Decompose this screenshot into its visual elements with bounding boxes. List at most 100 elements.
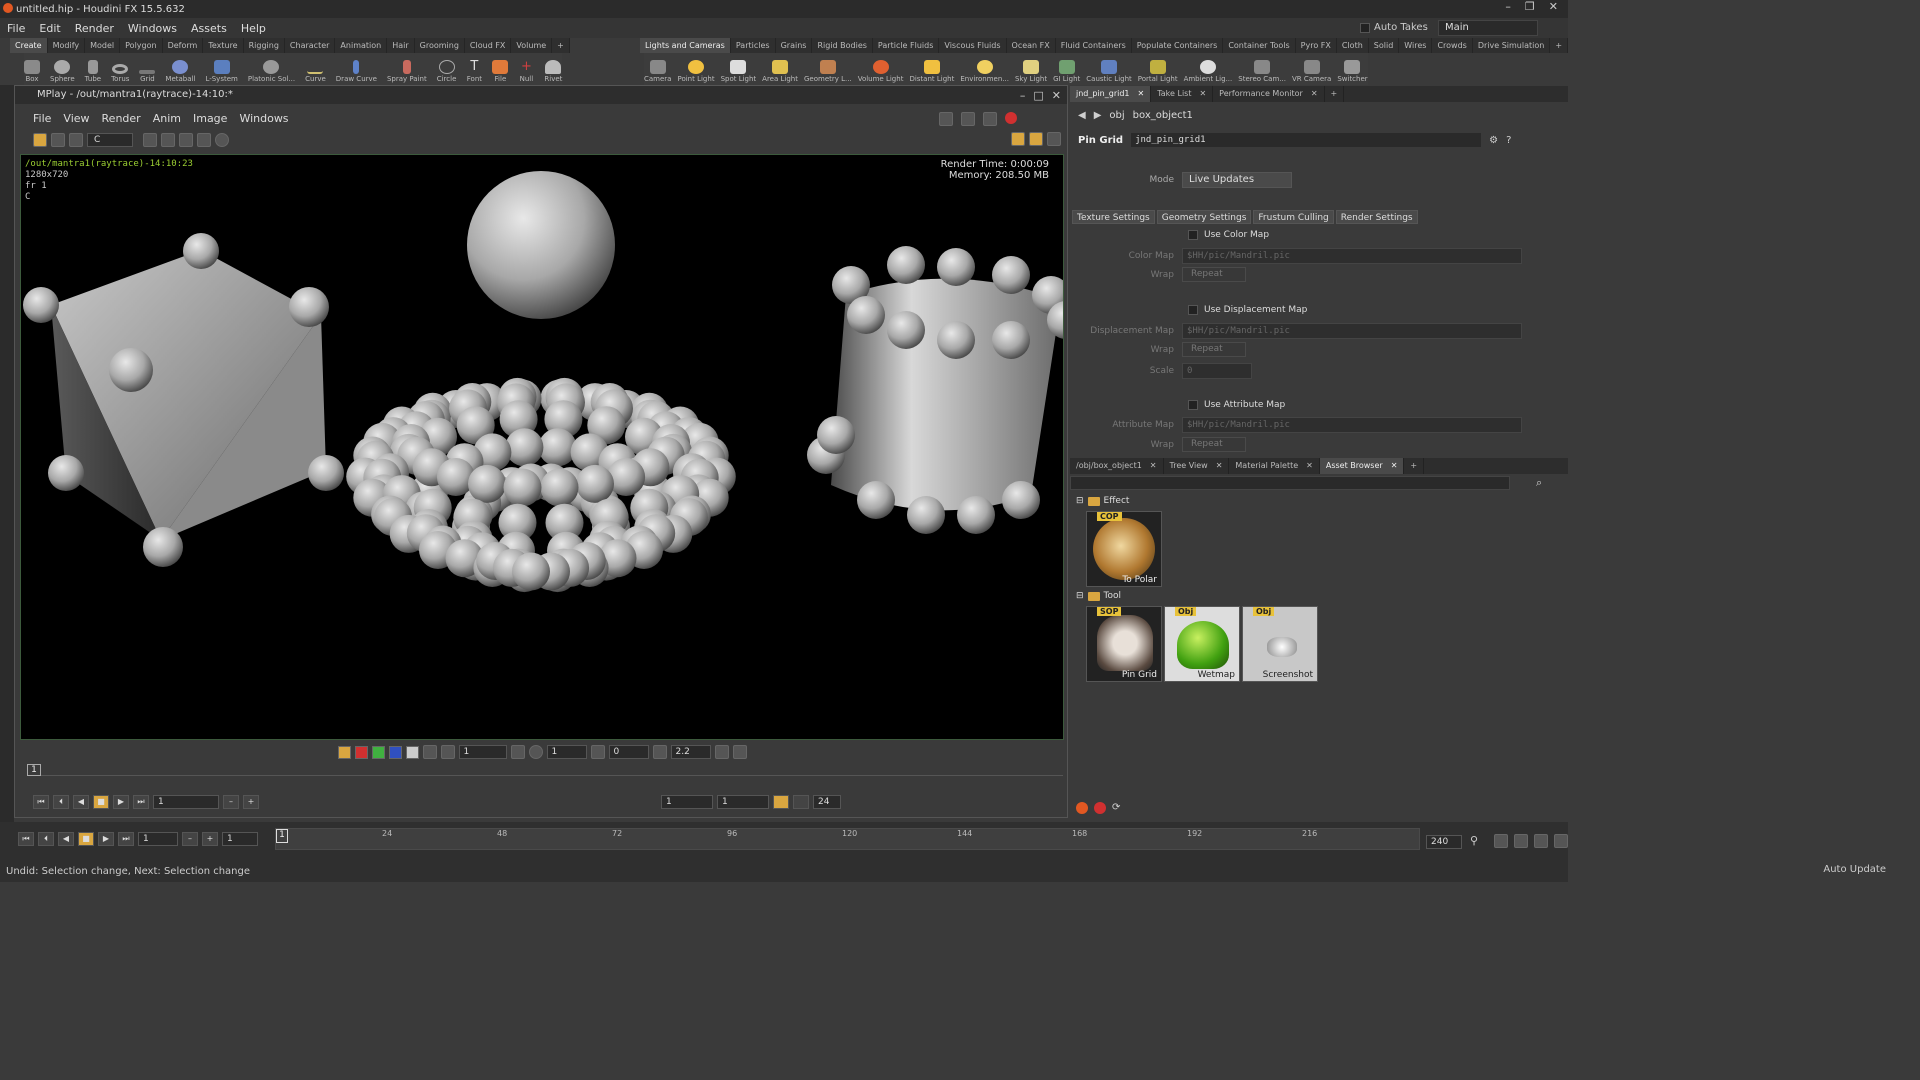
tool-volume-light[interactable]: Volume Light (858, 53, 903, 85)
tab-frustum-culling[interactable]: Frustum Culling (1253, 210, 1334, 224)
tab-close-icon[interactable]: ✕ (1150, 458, 1157, 474)
shelf-tab-populate-containers[interactable]: Populate Containers (1132, 38, 1224, 53)
mplay-frame-strip[interactable]: 1 (27, 764, 1063, 776)
global-settings-icon[interactable] (1554, 834, 1568, 848)
tool-point-light[interactable]: Point Light (677, 53, 715, 85)
fit-window-icon[interactable] (939, 112, 953, 126)
mplay-frame-field[interactable]: 1 (153, 795, 219, 809)
mplay-menu-view[interactable]: View (57, 110, 95, 128)
tool-curve[interactable]: Curve (305, 53, 326, 85)
loop-toggle-icon[interactable] (1514, 834, 1528, 848)
asset-tile-screenshot[interactable]: Obj Screenshot (1242, 606, 1318, 682)
info-icon[interactable] (215, 133, 229, 147)
tool-draw-curve[interactable]: Draw Curve (336, 53, 377, 85)
asset-tile-pin-grid[interactable]: SOP Pin Grid (1086, 606, 1162, 682)
tool-vr-camera[interactable]: VR Camera (1292, 53, 1331, 85)
shelf-tab-particles[interactable]: Particles (731, 38, 776, 53)
shelf-tab-create[interactable]: Create (10, 38, 48, 53)
tab-take-list[interactable]: Take List ✕ (1151, 86, 1214, 102)
shelf-tab-animation[interactable]: Animation (335, 38, 388, 53)
tool-environment-light[interactable]: Environmen... (960, 53, 1009, 85)
tab-close-icon[interactable]: ✕ (1138, 86, 1145, 102)
mplay-menu-windows[interactable]: Windows (233, 110, 294, 128)
tab-texture-settings[interactable]: Texture Settings (1072, 210, 1155, 224)
menu-render[interactable]: Render (68, 22, 121, 35)
tool-box[interactable]: Box (24, 53, 40, 85)
timeline-end-icon[interactable]: ⏭ (118, 832, 134, 846)
tool-camera[interactable]: Camera (644, 53, 671, 85)
shelf-tab-drive-simulation[interactable]: Drive Simulation (1473, 38, 1551, 53)
tool-spot-light[interactable]: Spot Light (721, 53, 756, 85)
mplay-menu-render[interactable]: Render (96, 110, 147, 128)
stop-render-icon[interactable] (1005, 112, 1017, 124)
shelf-tab-modify[interactable]: Modify (48, 38, 86, 53)
display-mode-icon[interactable] (33, 133, 47, 147)
use-displacement-map-checkbox[interactable] (1188, 305, 1198, 315)
wrap-dropdown-1[interactable]: Repeat (1182, 267, 1246, 282)
timeline-play-icon[interactable]: ▶ (98, 832, 114, 846)
use-attribute-map-checkbox[interactable] (1188, 400, 1198, 410)
tab-close-icon[interactable]: ✕ (1391, 458, 1398, 474)
gamma-mult-field[interactable]: 1 (546, 745, 587, 759)
timeline-start-field[interactable]: 1 (222, 832, 258, 846)
shelf-tab-model[interactable]: Model (85, 38, 121, 53)
gamma-field[interactable]: 2.2 (670, 745, 711, 759)
shelf-tab-rigid-bodies[interactable]: Rigid Bodies (812, 38, 873, 53)
tool-sphere[interactable]: Sphere (50, 53, 75, 85)
tool-caustic-light[interactable]: Caustic Light (1086, 53, 1132, 85)
close-icon[interactable]: ✕ (1549, 0, 1558, 13)
mode-dropdown[interactable]: Live Updates (1182, 172, 1292, 188)
exposure-plus-button[interactable] (510, 745, 525, 759)
shelf-tab-viscous-fluids[interactable]: Viscous Fluids (939, 38, 1007, 53)
alpha-channel-button[interactable] (405, 745, 419, 759)
timeline-frame-field[interactable]: 1 (138, 832, 178, 846)
add-tab-icon[interactable]: + (1325, 86, 1345, 102)
tool-tube[interactable]: Tube (85, 53, 101, 85)
mplay-menu-file[interactable]: File (27, 110, 57, 128)
offset-field[interactable]: 0 (608, 745, 649, 759)
realtime-toggle-icon[interactable] (1494, 834, 1508, 848)
range-end-field[interactable]: 1 (717, 795, 769, 809)
use-displacement-map-row[interactable]: Use Displacement Map (1188, 305, 1307, 315)
minimize-icon[interactable]: – (1505, 0, 1511, 13)
range-start-field[interactable]: 1 (661, 795, 713, 809)
tab-tree-view[interactable]: Tree View ✕ (1164, 458, 1230, 474)
tool-platonic[interactable]: Platonic Sol... (248, 53, 295, 85)
help-icon[interactable]: ? (1506, 135, 1511, 146)
asset-tile-wetmap[interactable]: Obj Wetmap (1164, 606, 1240, 682)
step-back-icon[interactable]: ⏴ (53, 795, 69, 809)
shelf-tab-rigging[interactable]: Rigging (244, 38, 285, 53)
tool-lsystem[interactable]: L-System (205, 53, 238, 85)
node-name-field[interactable]: jnd_pin_grid1 (1131, 133, 1482, 147)
menu-help[interactable]: Help (234, 22, 273, 35)
pan-icon[interactable] (197, 133, 211, 147)
tab-close-icon[interactable]: ✕ (1311, 86, 1318, 102)
goto-end-icon[interactable]: ⏭ (133, 795, 149, 809)
snapshot-icon[interactable] (961, 112, 975, 126)
realtime-icon[interactable] (773, 795, 789, 809)
collapse-icon[interactable]: ⊟ (1076, 591, 1084, 601)
timeline-plus-button[interactable]: + (202, 832, 218, 846)
shelf-tab-grooming[interactable]: Grooming (415, 38, 465, 53)
key-icon[interactable]: ⚲ (1470, 834, 1478, 847)
timeline-reverse-icon[interactable]: ◀ (58, 832, 74, 846)
path-node[interactable]: box_object1 (1133, 110, 1193, 121)
tab-material-palette[interactable]: Material Palette ✕ (1229, 458, 1320, 474)
attribute-map-field[interactable]: $HH/pic/Mandril.pic (1182, 417, 1522, 433)
layout-icon[interactable] (51, 133, 65, 147)
fps-field[interactable]: 24 (813, 795, 841, 809)
tool-folder[interactable]: ⊟ Tool (1076, 591, 1121, 601)
tool-metaball[interactable]: Metaball (165, 53, 195, 85)
tool-rivet[interactable]: Rivet (544, 53, 562, 85)
displacement-map-field[interactable]: $HH/pic/Mandril.pic (1182, 323, 1522, 339)
shelf-tab-cloth[interactable]: Cloth (1337, 38, 1369, 53)
menu-windows[interactable]: Windows (121, 22, 184, 35)
effect-folder[interactable]: ⊟ Effect (1076, 496, 1129, 506)
mplay-minimize-icon[interactable]: – (1020, 87, 1026, 105)
auto-update-dropdown[interactable]: Auto Update (1823, 864, 1886, 875)
channel-select[interactable]: C (87, 133, 133, 147)
zoom-in-icon[interactable] (143, 133, 157, 147)
view-quad-icon[interactable] (1047, 132, 1061, 146)
tool-sky-light[interactable]: Sky Light (1015, 53, 1047, 85)
shelf-tab-ocean-fx[interactable]: Ocean FX (1007, 38, 1056, 53)
